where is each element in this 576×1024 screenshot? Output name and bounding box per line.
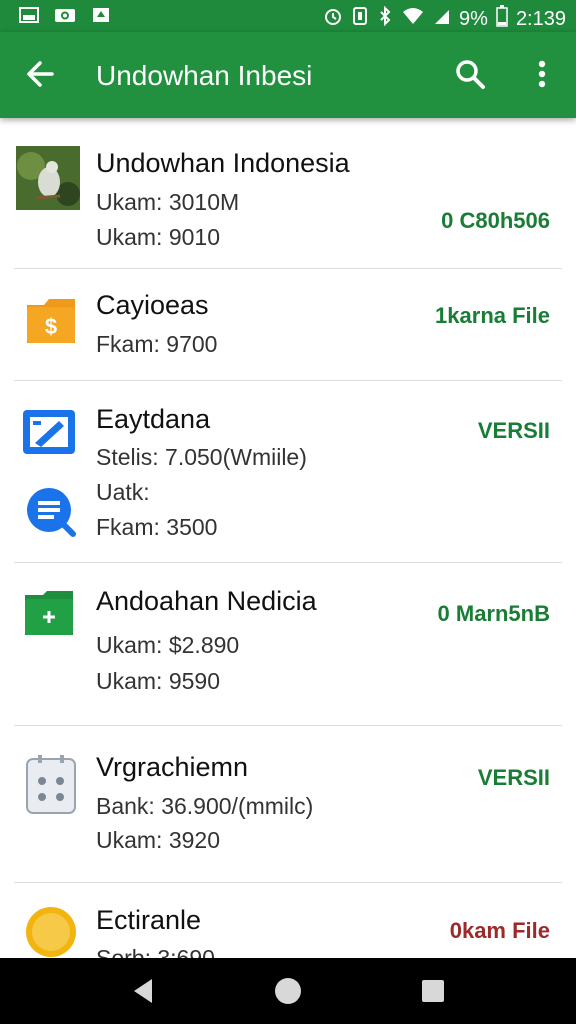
app-notification-icon [90,6,112,24]
battery-percent: 9% [459,7,488,30]
item-badge: VERSII [477,418,550,443]
page-title: Undowhan Inbesi [96,60,313,91]
item-badge: 0kam File [449,918,550,943]
list-item[interactable]: Vrgrachiemn Bank: 36.900/(mmilc) Ukam: 3… [0,726,576,882]
bird-photo-icon [16,146,80,210]
item-name: Cayioeas [96,290,209,320]
edit-doc-icon [20,403,78,461]
back-nav-icon[interactable] [126,974,160,1008]
item-detail: Uatk: [96,479,150,505]
status-system: 9% 2:139 [323,5,566,33]
item-detail: Bank: 36.900/(mmilc) [96,793,314,819]
item-badge: VERSII [477,765,550,790]
navigation-bar [0,958,576,1024]
clock: 2:139 [515,7,566,30]
item-detail: Ukam: $2.890 [96,632,240,658]
calculator-icon [22,755,80,814]
item-name: Undowhan Indonesia [96,148,350,178]
item-badge: 0 Marn5nB [437,601,550,626]
dollar-folder-icon: $ [22,293,80,351]
item-detail: Ukam: 3010M [96,189,240,215]
battery-icon [496,5,508,33]
coin-icon [22,903,80,958]
app-bar: Undowhan Inbesi [0,32,576,118]
status-bar: 9% 2:139 [0,0,576,32]
camera-notification-icon [54,6,76,24]
list-item[interactable]: Undowhan Indonesia Ukam: 3010M Ukam: 901… [0,120,576,268]
alarm-icon [323,6,343,32]
sync-icon [351,6,369,32]
status-notifications [18,6,112,24]
list-item[interactable]: Eaytdana Stelis: 7.050(Wmiile) Uatk: Fka… [0,381,576,562]
item-detail: Ukam: 9590 [96,668,221,694]
list-item[interactable]: $ Cayioeas Fkam: 9700 1karna File [0,269,576,380]
signal-icon [433,6,451,32]
green-folder-icon [20,585,78,643]
item-detail: Ukam: 3920 [96,827,221,853]
item-badge: 0 C80h506 [441,208,550,233]
home-nav-icon[interactable] [271,974,305,1008]
list-item[interactable]: Andoahan Nedicia Ukam: $2.890 Ukam: 9590… [0,563,576,725]
image-notification-icon [18,6,40,24]
item-detail: Stelis: 7.050(Wmiile) [96,444,307,470]
item-badge: 1karna File [435,303,550,328]
list-item[interactable]: Ectiranle Sorb: 3:690 0kam File [0,883,576,958]
file-list: Undowhan Indonesia Ukam: 3010M Ukam: 901… [0,120,576,958]
search-icon[interactable] [452,56,488,92]
item-detail: Fkam: 3500 [96,514,218,540]
item-detail: Fkam: 9700 [96,331,218,357]
svg-text:$: $ [45,314,57,339]
back-arrow-icon[interactable] [22,56,58,92]
document-search-icon [22,483,80,541]
recents-nav-icon[interactable] [416,974,450,1008]
item-name: Vrgrachiemn [96,752,249,782]
wifi-icon [401,6,425,32]
bluetooth-icon [377,5,393,32]
more-options-icon[interactable] [528,56,556,92]
item-name: Andoahan Nedicia [96,586,317,616]
item-name: Eaytdana [96,404,211,434]
item-name: Ectiranle [96,905,202,935]
item-detail: Sorb: 3:690 [96,945,215,958]
item-detail: Ukam: 9010 [96,224,221,250]
